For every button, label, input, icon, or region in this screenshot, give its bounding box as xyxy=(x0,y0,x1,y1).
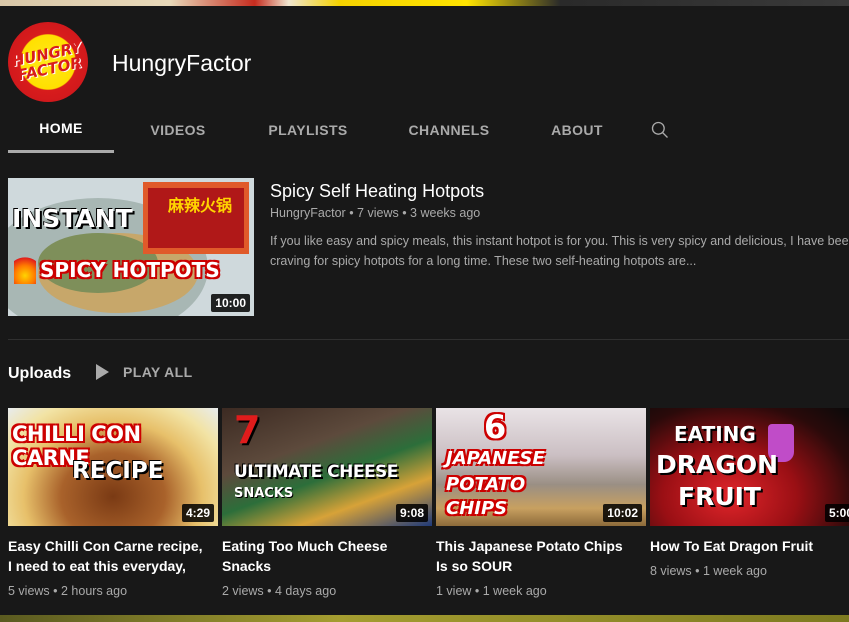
video-thumbnail[interactable]: CHILLI CON CARNE RECIPE 4:29 xyxy=(8,408,218,526)
video-meta: 5 views • 2 hours ago xyxy=(8,584,128,598)
tab-videos[interactable]: VIDEOS xyxy=(114,106,242,153)
channel-search-button[interactable] xyxy=(630,106,690,153)
video-thumb-text: 7 xyxy=(234,408,261,452)
fire-icon xyxy=(14,256,36,284)
tab-home[interactable]: HOME xyxy=(8,106,114,153)
video-thumb-text: EATING xyxy=(674,422,756,446)
video-thumb-text: SNACKS xyxy=(234,486,294,501)
featured-video-meta: HungryFactor • 7 views • 3 weeks ago xyxy=(270,206,481,220)
bottom-banner-strip xyxy=(0,615,849,622)
video-title-line2: Is so SOUR xyxy=(436,558,513,574)
section-divider xyxy=(8,339,849,340)
video-thumbnail[interactable]: 6 JAPANESE POTATO CHIPS 10:02 xyxy=(436,408,646,526)
video-duration: 9:08 xyxy=(395,504,428,522)
video-card[interactable]: EATING DRAGON FRUIT 5:00 How To Eat Drag… xyxy=(650,408,849,578)
channel-header: HUNGRY FACTOR HungryFactor HOME VIDEOS P… xyxy=(0,6,849,153)
featured-video-description: If you like easy and spicy meals, this i… xyxy=(270,231,849,271)
video-meta: 2 views • 4 days ago xyxy=(222,584,337,598)
video-thumb-text: RECIPE xyxy=(72,458,164,484)
video-title-line1: How To Eat Dragon Fruit xyxy=(650,538,814,554)
featured-thumb-text-instant: INSTANT xyxy=(12,204,133,233)
video-card[interactable]: CHILLI CON CARNE RECIPE 4:29 Easy Chilli… xyxy=(8,408,218,598)
video-title-line1: Easy Chilli Con Carne recipe, xyxy=(8,538,203,554)
video-thumb-text: JAPANESE xyxy=(446,448,545,469)
video-thumbnail[interactable]: 7 ULTIMATE CHEESE SNACKS 9:08 xyxy=(222,408,432,526)
video-title-line1: This Japanese Potato Chips xyxy=(436,538,623,554)
featured-video-thumbnail[interactable]: 麻辣火锅 INSTANT SPICY HOTPOTS 10:00 xyxy=(8,178,254,316)
video-card[interactable]: 6 JAPANESE POTATO CHIPS 10:02 This Japan… xyxy=(436,408,646,598)
video-duration: 5:00 xyxy=(824,504,849,522)
video-title[interactable]: This Japanese Potato Chips Is so SOUR xyxy=(436,536,642,576)
video-meta: 1 view • 1 week ago xyxy=(436,584,547,598)
video-title-line2: I need to eat this everyday, xyxy=(8,558,186,574)
video-duration: 4:29 xyxy=(181,504,214,522)
video-thumb-text: ULTIMATE CHEESE xyxy=(234,462,398,482)
video-meta: 8 views • 1 week ago xyxy=(650,564,767,578)
tab-about[interactable]: ABOUT xyxy=(524,106,630,153)
featured-thumb-text-cn: 麻辣火锅 xyxy=(168,196,233,215)
video-title[interactable]: Eating Too Much Cheese Snacks xyxy=(222,536,428,576)
video-thumb-text: POTATO xyxy=(446,474,526,495)
featured-thumb-text-hotpots: SPICY HOTPOTS xyxy=(40,258,220,282)
video-thumb-text: CHIPS xyxy=(446,498,508,519)
video-title[interactable]: Easy Chilli Con Carne recipe, I need to … xyxy=(8,536,214,576)
video-thumb-text: 6 xyxy=(484,408,507,446)
featured-video-title[interactable]: Spicy Self Heating Hotpots xyxy=(270,181,484,202)
featured-duration: 10:00 xyxy=(211,294,250,312)
home-content: 麻辣火锅 INSTANT SPICY HOTPOTS 10:00 Spicy S… xyxy=(0,153,849,615)
channel-avatar[interactable]: HUNGRY FACTOR xyxy=(8,22,88,102)
video-thumb-text: FRUIT xyxy=(678,482,761,511)
uploads-section-title[interactable]: Uploads xyxy=(8,365,71,383)
video-duration: 10:02 xyxy=(603,504,642,522)
play-all-button[interactable]: PLAY ALL xyxy=(96,364,193,380)
channel-name: HungryFactor xyxy=(112,50,252,76)
featured-description-line2: craving for spicy hotpots for a long tim… xyxy=(270,254,697,268)
tab-playlists[interactable]: PLAYLISTS xyxy=(242,106,374,153)
channel-tabs: HOME VIDEOS PLAYLISTS CHANNELS ABOUT xyxy=(8,106,690,153)
video-card[interactable]: 7 ULTIMATE CHEESE SNACKS 9:08 Eating Too… xyxy=(222,408,432,598)
video-title[interactable]: How To Eat Dragon Fruit xyxy=(650,536,849,556)
video-title-line1: Eating Too Much Cheese xyxy=(222,538,388,554)
featured-description-line1: If you like easy and spicy meals, this i… xyxy=(270,234,849,248)
uploads-grid: CHILLI CON CARNE RECIPE 4:29 Easy Chilli… xyxy=(8,408,849,608)
play-icon xyxy=(96,364,109,380)
video-thumb-text: DRAGON xyxy=(656,450,779,479)
video-title-line2: Snacks xyxy=(222,558,272,574)
avatar-logo: HUNGRY FACTOR xyxy=(10,38,85,84)
tab-channels[interactable]: CHANNELS xyxy=(374,106,524,153)
play-all-label: PLAY ALL xyxy=(123,364,193,380)
video-thumbnail[interactable]: EATING DRAGON FRUIT 5:00 xyxy=(650,408,849,526)
search-icon xyxy=(651,121,668,138)
